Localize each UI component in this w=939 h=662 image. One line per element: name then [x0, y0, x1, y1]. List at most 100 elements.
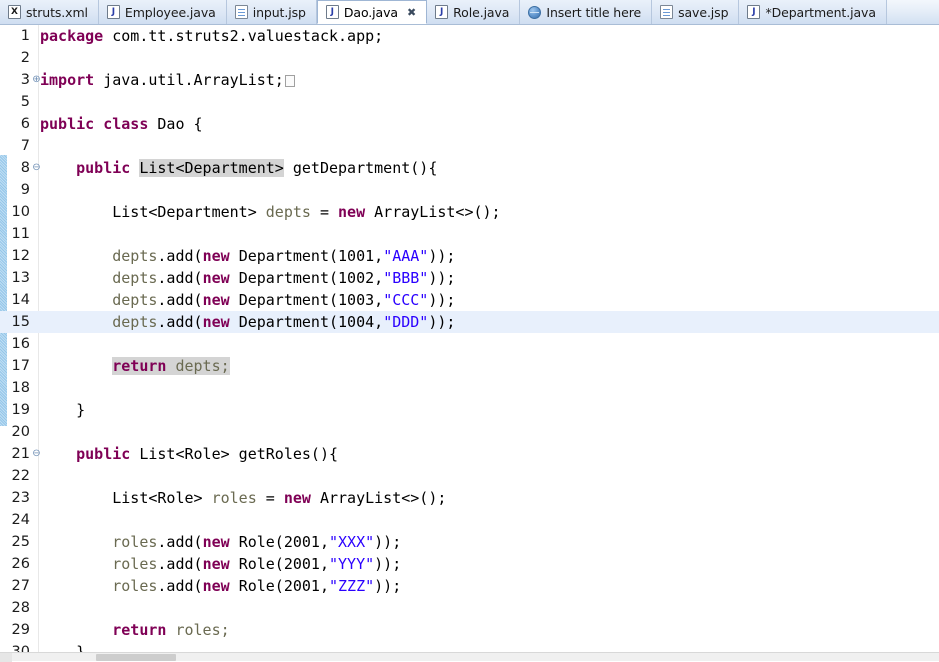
code-token: Role(2001, — [238, 533, 329, 551]
code-token: .add( — [157, 269, 203, 287]
code-text[interactable]: } — [40, 399, 85, 421]
code-token: new — [202, 269, 239, 287]
line-number: 10 — [11, 204, 30, 220]
code-line[interactable]: 24 — [0, 509, 939, 531]
code-line[interactable]: 6 public class Dao { — [0, 113, 939, 135]
file-icon-glyph: J — [111, 7, 116, 17]
code-line[interactable]: 18 — [0, 377, 939, 399]
code-line[interactable]: 9 — [0, 179, 939, 201]
editor-tab-save-jsp[interactable]: save.jsp — [652, 0, 740, 24]
editor-tab-dao-java[interactable]: J Dao.java ✖ — [316, 0, 428, 24]
java-source-editor[interactable]: 1 package com.tt.struts2.valuestack.app; 2… — [0, 25, 939, 652]
code-text[interactable]: depts.add(new Department(1001,"AAA")); — [40, 245, 455, 267]
code-line[interactable]: 15 depts.add(new Department(1004,"DDD"))… — [0, 311, 939, 333]
code-token: depts — [112, 247, 158, 265]
code-line[interactable]: 12 depts.add(new Department(1001,"AAA"))… — [0, 245, 939, 267]
code-text[interactable]: } — [40, 641, 85, 652]
code-text[interactable]: roles.add(new Role(2001,"XXX")); — [40, 531, 401, 553]
code-line[interactable]: 29 return roles; — [0, 619, 939, 641]
code-text[interactable]: return roles; — [40, 619, 229, 641]
horizontal-scrollbar[interactable] — [0, 652, 939, 662]
code-token: )); — [428, 291, 456, 309]
code-token: Role(2001, — [238, 577, 329, 595]
code-line[interactable]: 8 ⊖ public List<Department> getDepartment… — [0, 157, 939, 179]
close-icon[interactable]: ✖ — [407, 7, 416, 18]
code-line[interactable]: 7 — [0, 135, 939, 157]
code-text[interactable]: package com.tt.struts2.valuestack.app; — [40, 25, 383, 47]
code-token: .add( — [157, 247, 203, 265]
code-line[interactable]: 2 — [0, 47, 939, 69]
code-line[interactable]: 28 — [0, 597, 939, 619]
code-line[interactable]: 23 List<Role> roles = new ArrayList<>(); — [0, 487, 939, 509]
code-line[interactable]: 17 return depts; — [0, 355, 939, 377]
editor-tab-label: Dao.java — [343, 4, 398, 20]
code-lines-container[interactable]: 1 package com.tt.struts2.valuestack.app; 2… — [0, 25, 939, 652]
code-token: Department(1002, — [238, 269, 384, 287]
line-number: 20 — [11, 424, 30, 440]
line-number: 29 — [11, 622, 30, 638]
code-line[interactable]: 19 } — [0, 399, 939, 421]
code-line[interactable]: 22 — [0, 465, 939, 487]
code-token: = — [256, 489, 284, 507]
code-text[interactable]: depts.add(new Department(1003,"CCC")); — [40, 289, 455, 311]
java-file-icon: J — [435, 5, 449, 19]
editor-tab-employee-java[interactable]: J Employee.java — [98, 0, 227, 24]
code-line[interactable]: 14 depts.add(new Department(1003,"CCC"))… — [0, 289, 939, 311]
code-line[interactable]: 27 roles.add(new Role(2001,"ZZZ")); — [0, 575, 939, 597]
code-token: return — [112, 357, 176, 375]
code-text[interactable]: depts.add(new Department(1002,"BBB")); — [40, 267, 455, 289]
collapsed-region-icon[interactable] — [284, 75, 295, 87]
line-number: 16 — [11, 336, 30, 352]
code-text[interactable]: public class Dao { — [40, 113, 203, 135]
code-text[interactable]: public List<Role> getRoles(){ — [40, 443, 338, 465]
code-line[interactable]: 10 List<Department> depts = new ArrayLis… — [0, 201, 939, 223]
code-token: com.tt.struts2.valuestack.app; — [112, 27, 384, 45]
code-text[interactable]: List<Role> roles = new ArrayList<>(); — [40, 487, 446, 509]
code-token: } — [40, 401, 86, 419]
code-token: depts; — [175, 357, 230, 375]
code-line[interactable]: 26 roles.add(new Role(2001,"YYY")); — [0, 553, 939, 575]
file-icon-glyph: X — [11, 7, 18, 17]
editor-tab-input-jsp[interactable]: input.jsp — [226, 0, 317, 24]
java-file-icon: J — [106, 5, 120, 19]
line-number: 28 — [11, 600, 30, 616]
editor-tab-bar: Xstruts.xml J Employee.java input.jsp J Dao.j… — [0, 0, 939, 25]
editor-tab-label: Role.java — [453, 4, 510, 20]
editor-tab-insert-title-here[interactable]: Insert title here — [520, 0, 653, 24]
code-line[interactable]: 30 } — [0, 641, 939, 652]
code-line[interactable]: 11 — [0, 223, 939, 245]
code-token: roles — [112, 555, 158, 573]
code-line[interactable]: 21 ⊖ public List<Role> getRoles(){ — [0, 443, 939, 465]
code-text[interactable]: roles.add(new Role(2001,"YYY")); — [40, 553, 401, 575]
code-line[interactable]: 20 — [0, 421, 939, 443]
code-line[interactable]: 25 roles.add(new Role(2001,"XXX")); — [0, 531, 939, 553]
code-text[interactable]: depts.add(new Department(1004,"DDD")); — [40, 311, 455, 333]
code-token: "AAA" — [383, 247, 429, 265]
editor-tab-role-java[interactable]: J Role.java — [427, 0, 521, 24]
code-token: List<Department> — [139, 159, 284, 177]
editor-tab-label: Employee.java — [124, 4, 216, 20]
code-line[interactable]: 3 ⊕ import java.util.ArrayList; — [0, 69, 939, 91]
code-text[interactable]: return depts; — [40, 355, 230, 377]
code-line[interactable]: 16 — [0, 333, 939, 355]
code-text[interactable]: public List<Department> getDepartment(){ — [40, 157, 437, 179]
line-number: 5 — [20, 94, 30, 110]
line-number: 11 — [11, 226, 30, 242]
code-text[interactable]: import java.util.ArrayList; — [40, 69, 295, 91]
code-text[interactable]: List<Department> depts = new ArrayList<>… — [40, 201, 500, 223]
code-text[interactable]: roles.add(new Role(2001,"ZZZ")); — [40, 575, 401, 597]
code-token: Role(2001, — [238, 555, 329, 573]
code-token: ArrayList<>(); — [319, 489, 447, 507]
code-line[interactable]: 1 package com.tt.struts2.valuestack.app; — [0, 25, 939, 47]
horizontal-scrollbar-thumb[interactable] — [96, 654, 176, 661]
code-line[interactable]: 5 — [0, 91, 939, 113]
line-number: 27 — [11, 578, 30, 594]
code-line[interactable]: 13 depts.add(new Department(1002,"BBB"))… — [0, 267, 939, 289]
eclipse-editor-window: Xstruts.xml J Employee.java input.jsp J Dao.j… — [0, 0, 939, 662]
editor-tab-struts-xml[interactable]: Xstruts.xml — [0, 0, 99, 24]
editor-tab-department-java[interactable]: J *Department.java — [739, 0, 887, 24]
